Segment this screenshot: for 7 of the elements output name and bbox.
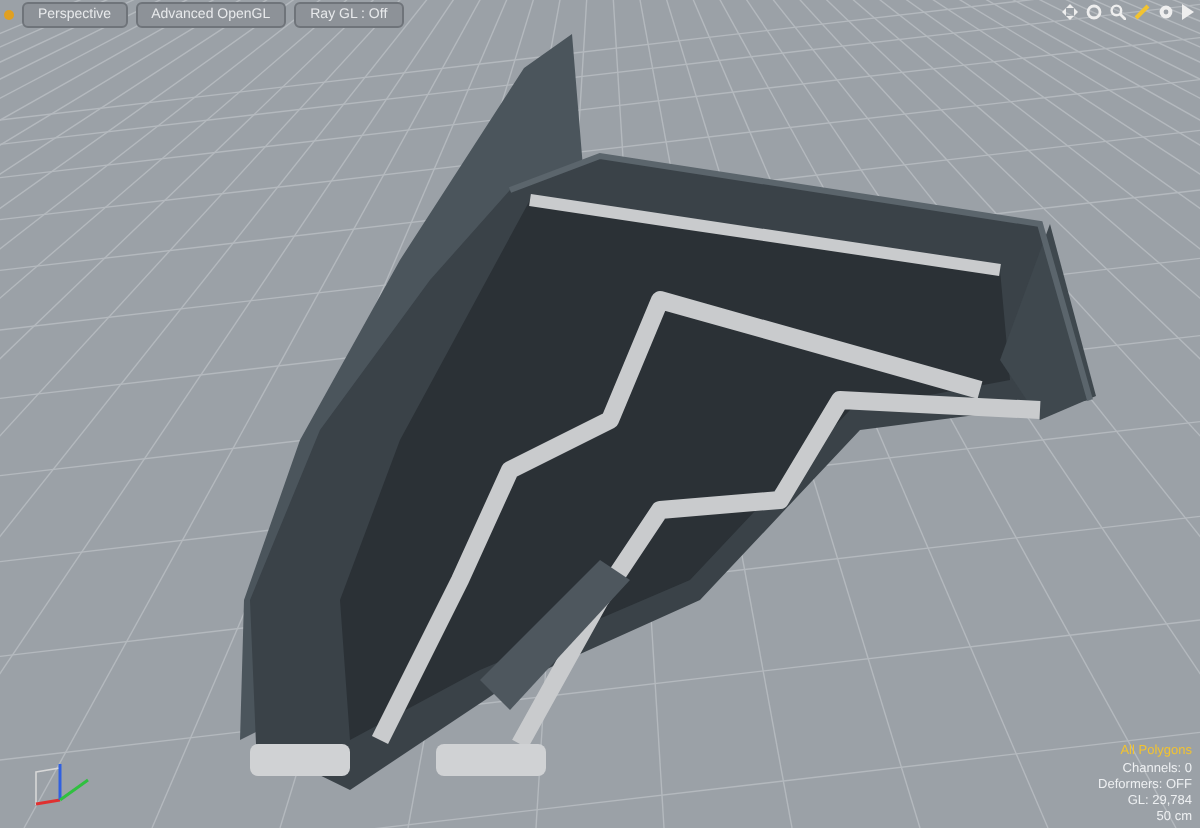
- move-icon[interactable]: [1062, 4, 1078, 20]
- settings-icon[interactable]: [1158, 4, 1174, 20]
- pen-icon[interactable]: [1134, 4, 1150, 20]
- triangle-icon[interactable]: [1182, 4, 1194, 20]
- rotate-icon[interactable]: [1086, 4, 1102, 20]
- zoom-icon[interactable]: [1110, 4, 1126, 20]
- status-dot-icon[interactable]: [4, 10, 14, 20]
